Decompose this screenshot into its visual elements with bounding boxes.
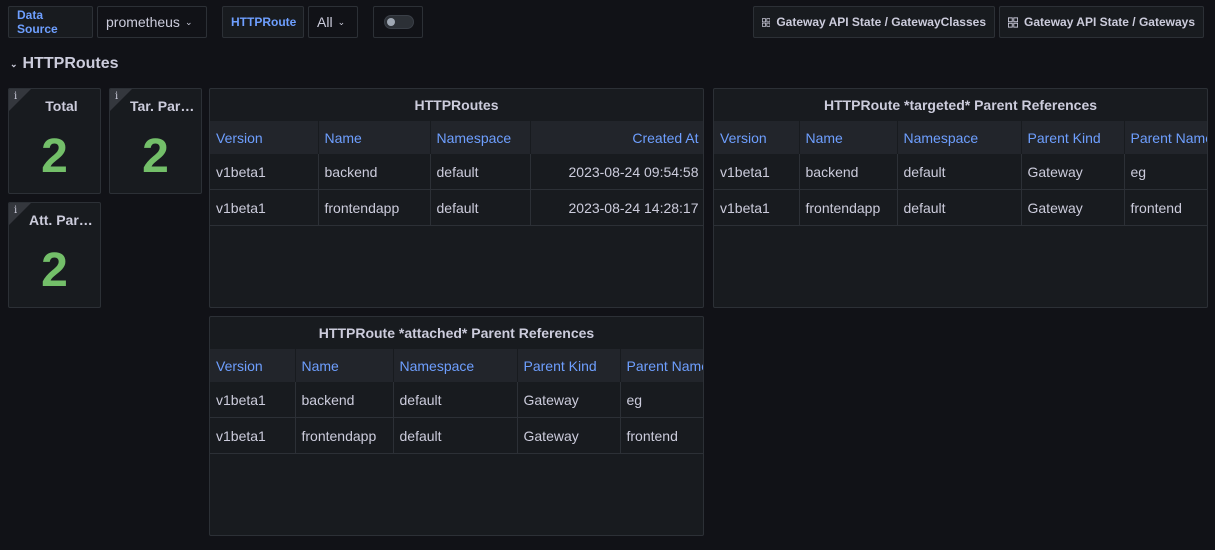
cell-name: backend	[799, 154, 898, 190]
cell-name: frontendapp	[295, 417, 394, 454]
column-header-version[interactable]: Version	[714, 121, 800, 154]
cell-parent-name: eg	[620, 382, 703, 418]
row-title: HTTPRoutes	[22, 55, 119, 72]
info-corner[interactable]	[110, 89, 132, 111]
httproute-value: All	[317, 14, 333, 30]
apps-grid-icon	[1008, 16, 1019, 28]
cell-name: backend	[318, 154, 431, 190]
cell-parent-kind: Gateway	[517, 382, 621, 418]
info-icon[interactable]: i	[14, 205, 17, 216]
column-header-parent-name[interactable]: Parent Name	[620, 349, 703, 382]
column-header-created-at[interactable]: Created At	[530, 121, 703, 154]
cell-created-at: 2023-08-24 14:28:17	[530, 189, 703, 226]
info-corner[interactable]	[9, 89, 31, 111]
cell-name: backend	[295, 382, 394, 418]
column-header-name[interactable]: Name	[799, 121, 898, 154]
chevron-down-icon: ⌄	[337, 16, 346, 27]
panel-title[interactable]: HTTPRoute *attached* Parent References	[210, 325, 703, 341]
cell-namespace: default	[393, 382, 518, 418]
table-row: v1beta1 backend default Gateway eg	[210, 382, 703, 418]
stat-title[interactable]: Att. Parent Refs	[29, 212, 94, 228]
attached-parent-refs-panel: HTTPRoute *attached* Parent References V…	[209, 316, 704, 536]
cell-name: frontendapp	[799, 189, 898, 226]
toggle-switch[interactable]	[373, 6, 423, 38]
cell-parent-name: eg	[1124, 154, 1207, 190]
cell-name: frontendapp	[318, 189, 431, 226]
table-row: v1beta1 backend default Gateway eg	[714, 154, 1207, 190]
cell-version: v1beta1	[210, 189, 319, 226]
panel-title[interactable]: HTTPRoutes	[210, 97, 703, 113]
stat-value: 2	[41, 130, 68, 183]
cell-namespace: default	[430, 154, 531, 190]
httproute-label: HTTPRoute	[222, 6, 304, 38]
chevron-down-icon: ⌄	[10, 58, 18, 69]
column-header-namespace[interactable]: Namespace	[430, 121, 531, 154]
cell-parent-kind: Gateway	[1021, 189, 1125, 226]
column-header-name[interactable]: Name	[295, 349, 394, 382]
datasource-label: Data Source	[8, 6, 93, 38]
chevron-down-icon: ⌄	[184, 16, 193, 27]
httproutes-table: Version Name Namespace Created At v1beta…	[210, 121, 703, 226]
stat-value: 2	[41, 244, 68, 297]
cell-parent-name: frontend	[1124, 189, 1207, 226]
table-row: v1beta1 frontendapp default Gateway fron…	[210, 417, 703, 454]
column-header-parent-name[interactable]: Parent Name	[1124, 121, 1207, 154]
stat-panel-attached: i Att. Parent Refs 2	[8, 202, 101, 308]
cell-parent-kind: Gateway	[517, 417, 621, 454]
datasource-value: prometheus	[106, 14, 180, 30]
toggle-knob	[387, 18, 395, 26]
cell-namespace: default	[897, 189, 1022, 226]
attached-parent-refs-table: Version Name Namespace Parent Kind Paren…	[210, 349, 703, 454]
cell-parent-name: frontend	[620, 417, 703, 454]
cell-version: v1beta1	[714, 189, 800, 226]
cell-version: v1beta1	[210, 417, 296, 454]
column-header-namespace[interactable]: Namespace	[393, 349, 518, 382]
link-gatewayclasses-button[interactable]: Gateway API State / GatewayClasses	[753, 6, 995, 38]
cell-version: v1beta1	[714, 154, 800, 190]
column-header-namespace[interactable]: Namespace	[897, 121, 1022, 154]
stat-value: 2	[142, 130, 169, 183]
column-header-parent-kind[interactable]: Parent Kind	[517, 349, 621, 382]
info-icon[interactable]: i	[115, 91, 118, 102]
targeted-parent-refs-table: Version Name Namespace Parent Kind Paren…	[714, 121, 1207, 226]
cell-namespace: default	[897, 154, 1022, 190]
cell-version: v1beta1	[210, 382, 296, 418]
column-header-version[interactable]: Version	[210, 349, 296, 382]
datasource-select[interactable]: prometheus ⌄	[97, 6, 207, 38]
column-header-name[interactable]: Name	[318, 121, 431, 154]
link-gateways-button[interactable]: Gateway API State / Gateways	[999, 6, 1204, 38]
column-header-parent-kind[interactable]: Parent Kind	[1021, 121, 1125, 154]
stat-panel-targeted: i Tar. Parent Refs 2	[109, 88, 202, 194]
stat-title[interactable]: Tar. Parent Refs	[130, 98, 195, 114]
panel-title[interactable]: HTTPRoute *targeted* Parent References	[714, 97, 1207, 113]
table-row: v1beta1 backend default 2023-08-24 09:54…	[210, 154, 703, 190]
info-corner[interactable]	[9, 203, 31, 225]
apps-grid-icon	[762, 17, 771, 27]
stat-title[interactable]: Total	[29, 98, 94, 114]
cell-version: v1beta1	[210, 154, 319, 190]
cell-namespace: default	[430, 189, 531, 226]
cell-namespace: default	[393, 417, 518, 454]
row-toggle-httproutes[interactable]: ⌄ HTTPRoutes	[10, 52, 119, 76]
column-header-version[interactable]: Version	[210, 121, 319, 154]
link-label: Gateway API State / Gateways	[1024, 15, 1195, 29]
toggle-track	[384, 15, 414, 29]
info-icon[interactable]: i	[14, 91, 17, 102]
link-label: Gateway API State / GatewayClasses	[776, 15, 986, 29]
httproutes-table-panel: HTTPRoutes Version Name Namespace Create…	[209, 88, 704, 308]
targeted-parent-refs-panel: HTTPRoute *targeted* Parent References V…	[713, 88, 1208, 308]
cell-created-at: 2023-08-24 09:54:58	[530, 154, 703, 190]
httproute-select[interactable]: All ⌄	[308, 6, 358, 38]
stat-panel-total: i Total 2	[8, 88, 101, 194]
table-row: v1beta1 frontendapp default Gateway fron…	[714, 189, 1207, 226]
cell-parent-kind: Gateway	[1021, 154, 1125, 190]
table-row: v1beta1 frontendapp default 2023-08-24 1…	[210, 189, 703, 226]
